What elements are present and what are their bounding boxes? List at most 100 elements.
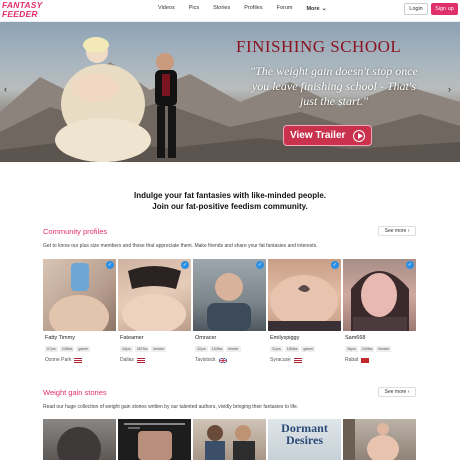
see-more-label: See more (384, 228, 407, 234)
tag-age: 44yrs (120, 346, 133, 352)
tag-weight: 248lbs (59, 346, 75, 352)
tag-role: gainer (301, 346, 316, 352)
view-trailer-label: View Trailer (290, 130, 346, 141)
main-nav: Videos Pics Stories Profiles Forum More ⌄ (158, 5, 341, 12)
nav-more-menu[interactable]: More ⌄ (306, 5, 326, 12)
carousel-next-arrow-icon[interactable]: › (448, 84, 451, 94)
tag-role: feeder (226, 346, 241, 352)
intro-text: Indulge your fat fantasies with like-min… (0, 190, 460, 212)
intro-line1: Indulge your fat fantasies with like-min… (133, 191, 327, 200)
profile-location: Ozone Park (45, 357, 83, 363)
profile-tags: 67yrs 248lbs gainer (45, 346, 91, 352)
community-see-more-button[interactable]: See more › (378, 226, 416, 236)
story-cover[interactable] (343, 419, 416, 460)
profile-card[interactable]: ✓ Fateamer 44yrs 287lbs feedee Dallas (118, 259, 191, 369)
login-button[interactable]: Login (404, 3, 428, 15)
profile-photo-image (122, 266, 186, 331)
see-more-label: See more (384, 389, 407, 395)
story-cover[interactable] (118, 419, 191, 460)
tag-age: 31yrs (270, 346, 283, 352)
profile-location: Syracuse (270, 357, 302, 363)
profile-tags: 44yrs 287lbs feedee (120, 346, 167, 352)
chevron-down-icon: ⌄ (321, 6, 327, 12)
nav-more-label: More (306, 6, 320, 12)
hero-quote: "The weight gain doesn't stop once you l… (250, 64, 418, 108)
nav-item-stories[interactable]: Stories (213, 5, 230, 12)
story-cover[interactable] (43, 419, 116, 460)
tag-role: gainer (76, 346, 91, 352)
verified-check-icon: ✓ (256, 261, 264, 269)
tag-role: feedee (376, 346, 392, 352)
profile-name[interactable]: Omracer (195, 335, 216, 341)
tag-weight: 240lbs (359, 346, 375, 352)
community-description: Get to know our plus size members and th… (43, 243, 318, 249)
ma-flag-icon (361, 357, 370, 363)
tag-age: 67yrs (45, 346, 58, 352)
nav-item-videos[interactable]: Videos (158, 5, 175, 12)
profile-tags: 31yrs 180lbs gainer (270, 346, 316, 352)
verified-check-icon: ✓ (331, 261, 339, 269)
verified-check-icon: ✓ (406, 261, 414, 269)
profile-tags: 32yrs 154lbs feeder (195, 346, 241, 352)
profile-tags: 36yrs 240lbs feedee (345, 346, 392, 352)
tag-weight: 180lbs (284, 346, 300, 352)
profile-photo[interactable]: ✓ (268, 259, 341, 331)
intro-line2: Join our fat-positive feedism community. (152, 202, 308, 211)
tag-age: 36yrs (345, 346, 358, 352)
stories-title: Weight gain stories (43, 388, 107, 397)
hero-title: FINISHING SCHOOL (236, 37, 402, 56)
profile-name[interactable]: Emilyspiggy (270, 335, 299, 341)
chevron-right-icon: › (407, 389, 410, 395)
verified-check-icon: ✓ (181, 261, 189, 269)
tag-age: 32yrs (195, 346, 208, 352)
verified-check-icon: ✓ (106, 261, 114, 269)
profile-photo-image (49, 263, 109, 331)
story-cover-image (343, 419, 399, 460)
logo-line2: FEEDER (2, 9, 38, 19)
story-grid: Dormant Desires (43, 419, 417, 460)
location-text: Ozone Park (45, 357, 72, 363)
profile-photo[interactable]: ✓ (118, 259, 191, 331)
us-flag-icon (136, 357, 145, 363)
story-cover-title: Dormant Desires (268, 422, 341, 446)
us-flag-icon (293, 357, 302, 363)
uk-flag-icon (218, 357, 227, 363)
story-cover[interactable]: Dormant Desires (268, 419, 341, 460)
profile-card[interactable]: ✓ Omracer 32yrs 154lbs feeder Tavistock (193, 259, 266, 369)
story-cover-image (124, 423, 185, 460)
profile-grid: ✓ Fatty Timmy 67yrs 248lbs gainer Ozone … (43, 259, 417, 369)
profile-card[interactable]: ✓ Emilyspiggy 31yrs 180lbs gainer Syracu… (268, 259, 341, 369)
story-cover-title-line2: Desires (285, 433, 324, 447)
profile-photo[interactable]: ✓ (193, 259, 266, 331)
profile-card[interactable]: ✓ Sam668 36yrs 240lbs feedee Rabat (343, 259, 416, 369)
signup-button[interactable]: Sign up (431, 3, 458, 15)
tag-weight: 154lbs (209, 346, 225, 352)
nav-item-profiles[interactable]: Profiles (244, 5, 262, 12)
tag-role: feedee (151, 346, 167, 352)
nav-item-forum[interactable]: Forum (277, 5, 293, 12)
profile-name[interactable]: Sam668 (345, 335, 366, 341)
profile-name[interactable]: Fateamer (120, 335, 144, 341)
profile-card[interactable]: ✓ Fatty Timmy 67yrs 248lbs gainer Ozone … (43, 259, 116, 369)
carousel-prev-arrow-icon[interactable]: ‹ (4, 84, 7, 94)
tag-weight: 287lbs (134, 346, 150, 352)
site-header: FANTASY FEEDER Videos Pics Stories Profi… (0, 0, 460, 22)
profile-photo-image (207, 273, 251, 331)
profile-location: Rabat (345, 357, 370, 363)
profile-photo-image (351, 271, 409, 331)
us-flag-icon (74, 357, 83, 363)
nav-item-pics[interactable]: Pics (189, 5, 199, 12)
stories-see-more-button[interactable]: See more › (378, 387, 416, 397)
profile-photo[interactable]: ✓ (343, 259, 416, 331)
location-text: Dallas (120, 357, 134, 363)
profile-photo[interactable]: ✓ (43, 259, 116, 331)
profile-location: Tavistock (195, 357, 227, 363)
hero-banner[interactable]: FINISHING SCHOOL "The weight gain doesn'… (0, 22, 460, 162)
profile-name[interactable]: Fatty Timmy (45, 335, 75, 341)
view-trailer-button[interactable]: View Trailer (283, 125, 372, 146)
location-text: Rabat (345, 357, 359, 363)
profile-photo-image (268, 275, 341, 331)
community-profiles-title: Community profiles (43, 227, 108, 236)
site-logo[interactable]: FANTASY FEEDER (2, 1, 46, 19)
story-cover[interactable] (193, 419, 266, 460)
